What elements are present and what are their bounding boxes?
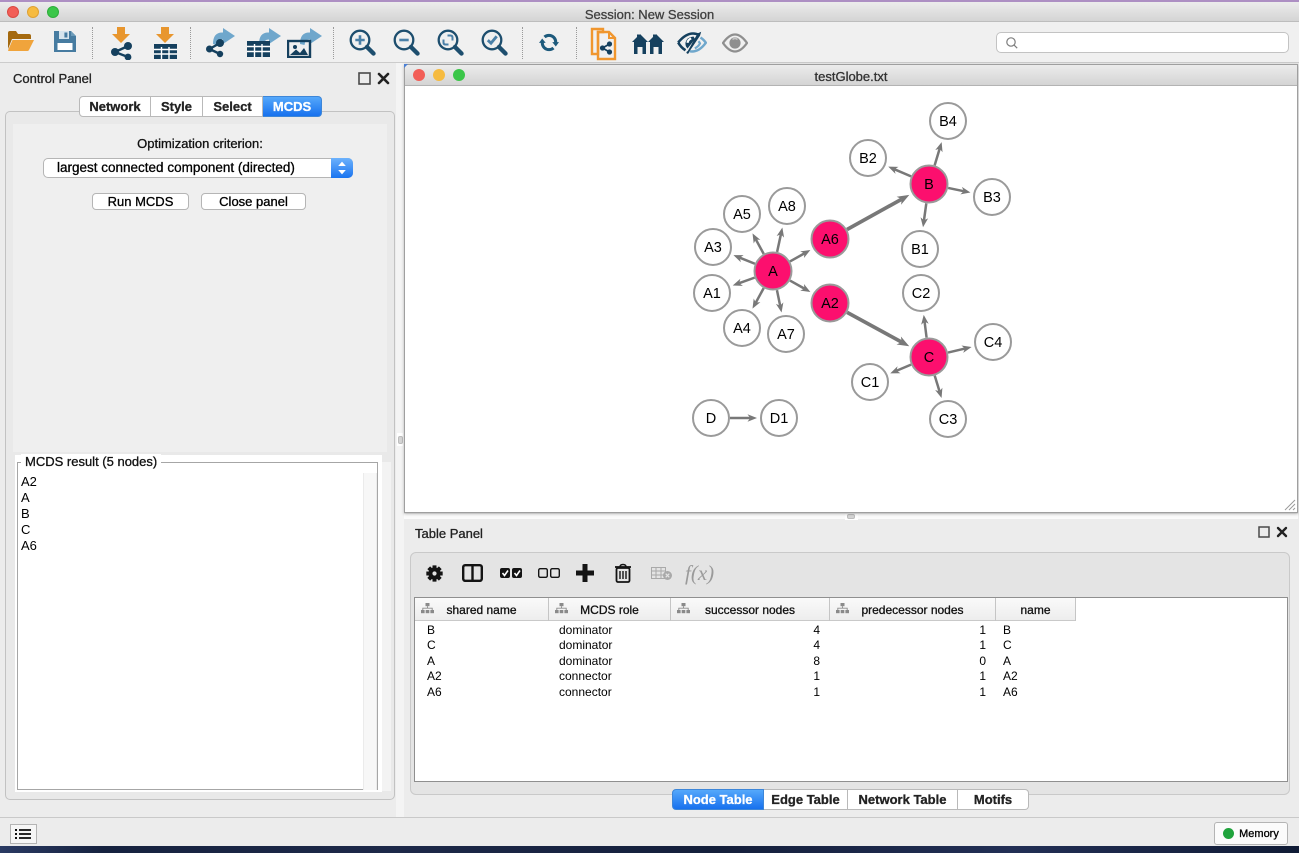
svg-text:C1: C1 bbox=[861, 375, 880, 391]
svg-text:A5: A5 bbox=[733, 207, 751, 223]
svg-text:A4: A4 bbox=[733, 321, 751, 337]
svg-text:D1: D1 bbox=[770, 411, 789, 427]
svg-text:A6: A6 bbox=[821, 232, 839, 248]
svg-text:A: A bbox=[768, 264, 778, 280]
svg-text:B: B bbox=[924, 177, 934, 193]
svg-text:C: C bbox=[924, 350, 934, 366]
svg-text:A2: A2 bbox=[821, 296, 839, 312]
svg-text:D: D bbox=[706, 411, 716, 427]
svg-text:C2: C2 bbox=[912, 286, 931, 302]
svg-text:C4: C4 bbox=[984, 335, 1003, 351]
svg-text:B4: B4 bbox=[939, 114, 957, 130]
svg-text:A1: A1 bbox=[703, 286, 721, 302]
svg-text:A7: A7 bbox=[777, 327, 795, 343]
svg-text:C3: C3 bbox=[939, 412, 958, 428]
svg-text:f(x): f(x) bbox=[685, 561, 714, 585]
svg-text:B2: B2 bbox=[859, 151, 877, 167]
svg-text:A8: A8 bbox=[778, 199, 796, 215]
svg-text:A3: A3 bbox=[704, 240, 722, 256]
svg-text:B3: B3 bbox=[983, 190, 1001, 206]
svg-text:B1: B1 bbox=[911, 242, 929, 258]
